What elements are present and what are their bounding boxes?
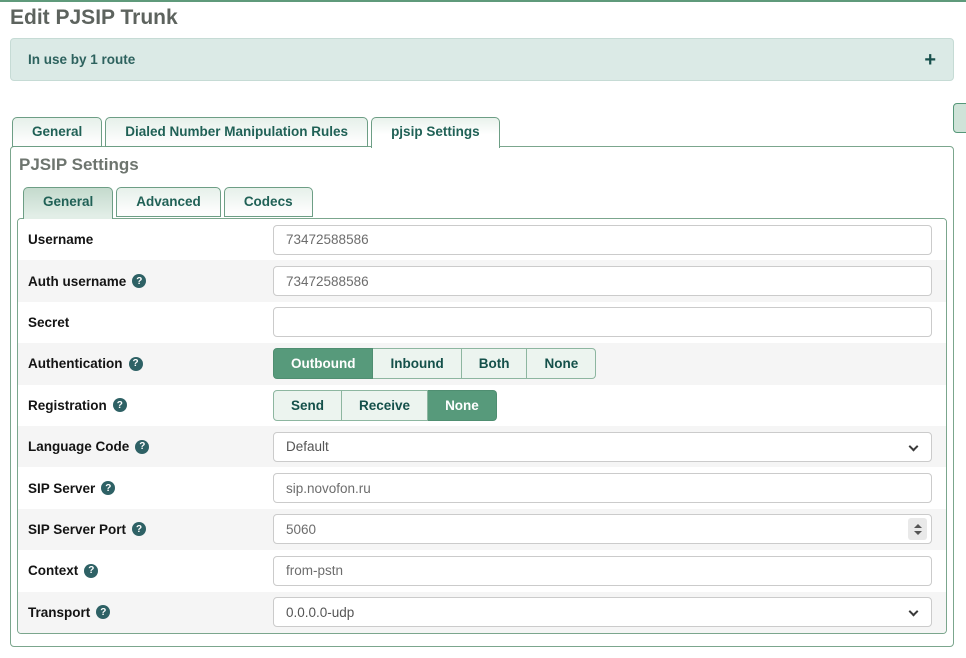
help-icon[interactable]: ? <box>101 481 115 495</box>
expand-plus-icon[interactable]: + <box>924 50 936 70</box>
field-label-text: Context <box>28 563 78 578</box>
sticky-side-button[interactable] <box>953 103 966 133</box>
help-icon[interactable]: ? <box>135 440 149 454</box>
form-row-transport: Transport ? 0.0.0.0-udp <box>18 592 946 633</box>
form-row-secret: Secret <box>18 302 946 343</box>
field-label: Registration ? <box>28 398 273 413</box>
in-use-banner-text: In use by 1 route <box>28 52 135 67</box>
form-row-registration: Registration ? Send Receive None <box>18 385 946 426</box>
form-row-username: Username <box>18 219 946 260</box>
secret-input[interactable] <box>273 307 932 337</box>
field-label-text: Auth username <box>28 274 126 289</box>
field-control <box>273 473 932 503</box>
field-label: Transport ? <box>28 605 273 620</box>
stepper-down-icon[interactable] <box>914 531 922 535</box>
authentication-inbound-button[interactable]: Inbound <box>373 348 461 379</box>
transport-select[interactable]: 0.0.0.0-udp <box>273 597 932 627</box>
tab-pjsip-settings[interactable]: pjsip Settings <box>371 117 500 148</box>
help-icon[interactable]: ? <box>132 274 146 288</box>
transport-selected-value: 0.0.0.0-udp <box>286 605 354 620</box>
field-label-text: Secret <box>28 315 69 330</box>
auth-username-input[interactable] <box>273 266 932 296</box>
top-accent-bar <box>0 0 966 2</box>
field-control: 0.0.0.0-udp <box>273 597 932 627</box>
field-label: SIP Server ? <box>28 481 273 496</box>
subtab-codecs[interactable]: Codecs <box>224 187 313 217</box>
authentication-button-group: Outbound Inbound Both None <box>273 348 596 379</box>
field-label: Username <box>28 232 273 247</box>
field-label-text: SIP Server Port <box>28 522 126 537</box>
subtab-advanced[interactable]: Advanced <box>116 187 221 217</box>
pjsip-subtab-bar: General Advanced Codecs <box>23 187 313 219</box>
form-row-language-code: Language Code ? Default <box>18 426 946 467</box>
field-label: Authentication ? <box>28 356 273 371</box>
field-label: SIP Server Port ? <box>28 522 273 537</box>
field-control <box>273 307 932 337</box>
language-code-selected-value: Default <box>286 439 329 454</box>
form-row-authentication: Authentication ? Outbound Inbound Both N… <box>18 343 946 384</box>
chevron-down-icon <box>909 441 919 451</box>
field-label-text: Language Code <box>28 439 129 454</box>
field-label-text: SIP Server <box>28 481 95 496</box>
help-icon[interactable]: ? <box>96 605 110 619</box>
username-input[interactable] <box>273 225 932 255</box>
context-input[interactable] <box>273 556 932 586</box>
field-label: Secret <box>28 315 273 330</box>
field-control: Send Receive None <box>273 390 932 421</box>
help-icon[interactable]: ? <box>113 398 127 412</box>
subtab-general[interactable]: General <box>23 187 113 219</box>
stepper-up-icon[interactable] <box>914 524 922 528</box>
field-label-text: Username <box>28 232 93 247</box>
field-label-text: Registration <box>28 398 107 413</box>
pjsip-general-form: Username Auth username ? Secret <box>17 218 947 634</box>
trunk-tab-bar: General Dialed Number Manipulation Rules… <box>12 117 500 148</box>
authentication-outbound-button[interactable]: Outbound <box>273 348 373 379</box>
pjsip-settings-panel: PJSIP Settings General Advanced Codecs U… <box>10 146 954 647</box>
authentication-none-button[interactable]: None <box>527 348 596 379</box>
registration-button-group: Send Receive None <box>273 390 497 421</box>
form-row-sip-server: SIP Server ? <box>18 467 946 508</box>
registration-none-button[interactable]: None <box>428 390 497 421</box>
sip-server-input[interactable] <box>273 473 932 503</box>
registration-send-button[interactable]: Send <box>273 390 342 421</box>
form-row-auth-username: Auth username ? <box>18 260 946 301</box>
sip-server-port-input[interactable] <box>273 514 932 544</box>
field-label: Context ? <box>28 563 273 578</box>
tab-general[interactable]: General <box>12 117 102 147</box>
authentication-both-button[interactable]: Both <box>462 348 528 379</box>
field-label: Language Code ? <box>28 439 273 454</box>
field-label-text: Transport <box>28 605 90 620</box>
section-heading: PJSIP Settings <box>19 155 139 175</box>
field-label-text: Authentication <box>28 356 123 371</box>
page-title: Edit PJSIP Trunk <box>10 6 178 30</box>
help-icon[interactable]: ? <box>129 357 143 371</box>
help-icon[interactable]: ? <box>132 522 146 536</box>
field-control: Outbound Inbound Both None <box>273 348 932 379</box>
field-label: Auth username ? <box>28 274 273 289</box>
field-control <box>273 225 932 255</box>
field-control <box>273 514 932 544</box>
form-row-sip-server-port: SIP Server Port ? <box>18 509 946 550</box>
registration-receive-button[interactable]: Receive <box>342 390 428 421</box>
field-control <box>273 556 932 586</box>
in-use-banner[interactable]: In use by 1 route + <box>10 38 954 81</box>
form-row-context: Context ? <box>18 550 946 591</box>
number-stepper[interactable] <box>908 518 927 540</box>
chevron-down-icon <box>909 607 919 617</box>
field-control: Default <box>273 432 932 462</box>
tab-dialed-number-manipulation-rules[interactable]: Dialed Number Manipulation Rules <box>105 117 368 147</box>
field-control <box>273 266 932 296</box>
help-icon[interactable]: ? <box>84 564 98 578</box>
language-code-select[interactable]: Default <box>273 432 932 462</box>
